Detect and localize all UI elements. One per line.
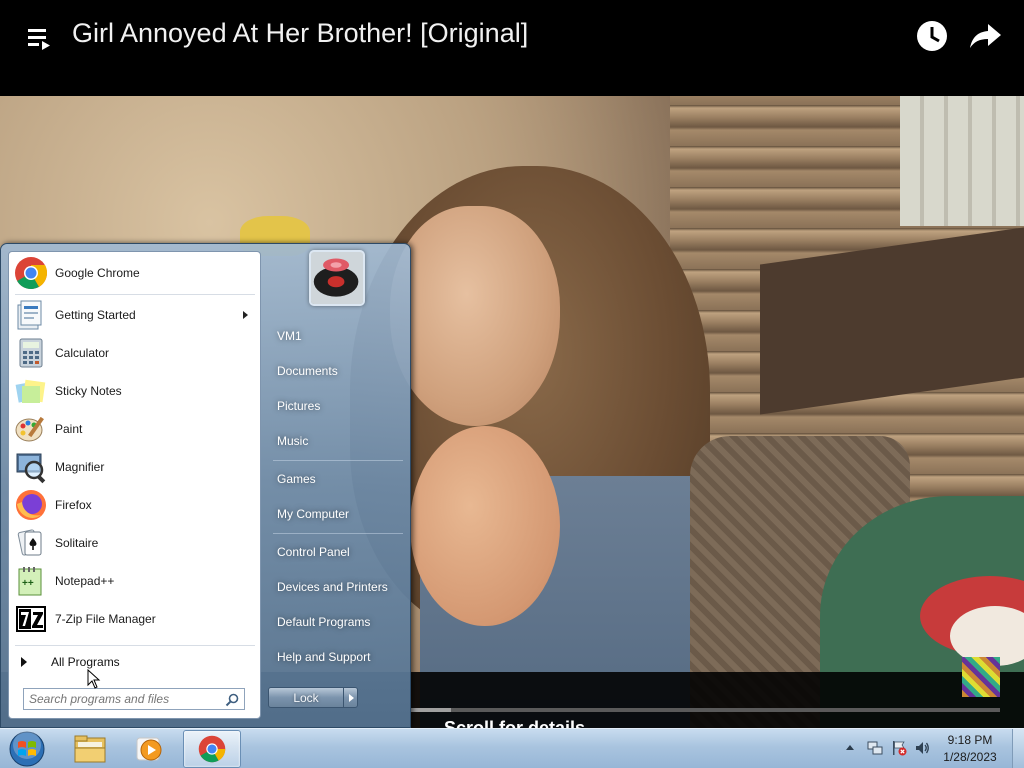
sticky-notes-icon xyxy=(15,379,46,403)
default-programs-link[interactable]: Default Programs xyxy=(270,607,406,637)
program-label: Paint xyxy=(55,422,83,436)
program-label: Solitaire xyxy=(55,536,99,550)
user-folder-link[interactable]: VM1 xyxy=(270,321,406,351)
chrome-icon xyxy=(198,735,226,763)
program-label: Getting Started xyxy=(55,308,136,322)
chevron-right-icon xyxy=(349,694,354,702)
start-menu-programs-pane: Google Chrome Getting Started Calculator… xyxy=(8,251,261,719)
documents-link[interactable]: Documents xyxy=(270,356,406,386)
program-label: Sticky Notes xyxy=(55,384,122,398)
music-link[interactable]: Music xyxy=(270,426,406,456)
chrome-icon xyxy=(15,257,48,290)
show-hidden-icons-arrow[interactable] xyxy=(846,745,854,750)
program-magnifier[interactable]: Magnifier xyxy=(12,449,258,485)
program-solitaire[interactable]: Solitaire xyxy=(12,525,258,561)
pictures-link[interactable]: Pictures xyxy=(270,391,406,421)
share-icon[interactable] xyxy=(968,20,1002,52)
program-label: Firefox xyxy=(55,498,92,512)
watch-later-icon[interactable] xyxy=(916,20,948,52)
computer-link[interactable]: My Computer xyxy=(270,499,406,529)
separator xyxy=(15,294,255,295)
submenu-arrow-icon[interactable] xyxy=(243,311,248,319)
video-title[interactable]: Girl Annoyed At Her Brother! [Original] xyxy=(72,18,528,49)
video-frame-hand xyxy=(410,426,560,626)
magnifier-icon xyxy=(16,453,46,484)
calculator-icon xyxy=(19,338,43,368)
shutdown-options-button[interactable] xyxy=(343,687,358,708)
program-paint[interactable]: Paint xyxy=(12,411,258,447)
user-picture-turntable-icon xyxy=(311,252,363,304)
network-icon[interactable] xyxy=(867,740,883,756)
screen: Girl Annoyed At Her Brother! [Original] … xyxy=(0,0,1024,768)
control-panel-link[interactable]: Control Panel xyxy=(270,537,406,567)
games-link[interactable]: Games xyxy=(270,464,406,494)
notepadpp-icon: ++ xyxy=(18,567,42,596)
search-icon[interactable] xyxy=(224,692,240,708)
program-firefox[interactable]: Firefox xyxy=(12,487,258,523)
separator xyxy=(15,645,255,646)
media-player-icon xyxy=(136,737,162,761)
taskbar-google-chrome[interactable] xyxy=(183,730,241,768)
program-google-chrome[interactable]: Google Chrome xyxy=(12,255,258,291)
7zip-icon xyxy=(16,606,46,632)
volume-icon[interactable] xyxy=(914,740,930,756)
video-progress-fill xyxy=(410,708,452,712)
taskbar-media-player[interactable] xyxy=(121,730,179,768)
program-7zip[interactable]: 7-Zip File Manager xyxy=(12,601,258,637)
separator xyxy=(273,460,403,461)
start-menu-places-pane: VM1 Documents Pictures Music Games My Co… xyxy=(263,244,411,729)
start-search-input[interactable] xyxy=(29,692,219,706)
user-picture[interactable] xyxy=(309,250,365,306)
paint-icon xyxy=(15,416,44,442)
action-center-flag-icon[interactable] xyxy=(891,740,907,756)
program-label: Google Chrome xyxy=(55,266,140,280)
scroll-for-details[interactable]: Scroll for details xyxy=(444,718,585,728)
video-header: Girl Annoyed At Her Brother! [Original] xyxy=(0,0,1024,96)
help-support-link[interactable]: Help and Support xyxy=(270,642,406,672)
program-label: Notepad++ xyxy=(55,574,115,588)
devices-printers-link[interactable]: Devices and Printers xyxy=(270,572,406,602)
svg-text:++: ++ xyxy=(22,578,34,589)
playlist-icon[interactable] xyxy=(28,26,54,50)
all-programs-label: All Programs xyxy=(51,655,120,669)
program-sticky-notes[interactable]: Sticky Notes xyxy=(12,373,258,409)
lock-button[interactable]: Lock xyxy=(268,687,344,708)
program-calculator[interactable]: Calculator xyxy=(12,335,258,371)
video-progress-bar[interactable] xyxy=(410,708,1000,712)
solitaire-icon xyxy=(17,529,42,556)
program-label: Calculator xyxy=(55,346,110,360)
program-label: 7-Zip File Manager xyxy=(55,612,156,626)
getting-started-icon xyxy=(17,300,42,330)
start-button-windows-icon[interactable] xyxy=(7,730,47,768)
windows-explorer-icon xyxy=(74,735,106,763)
video-frame-face xyxy=(390,206,560,426)
taskbar-clock-date[interactable]: 1/28/2023 xyxy=(940,750,1000,764)
start-menu: Google Chrome Getting Started Calculator… xyxy=(0,243,411,728)
program-label: Magnifier xyxy=(55,460,105,474)
taskbar-windows-explorer[interactable] xyxy=(61,730,119,768)
taskbar-clock-time[interactable]: 9:18 PM xyxy=(940,733,1000,747)
start-search-box[interactable] xyxy=(23,688,245,710)
separator xyxy=(273,533,403,534)
program-getting-started[interactable]: Getting Started xyxy=(12,297,258,333)
show-desktop-button[interactable] xyxy=(1012,729,1024,768)
mouse-cursor-icon xyxy=(87,669,101,689)
video-frame-window xyxy=(900,96,1024,226)
all-programs-arrow-icon xyxy=(21,657,27,667)
firefox-icon xyxy=(16,490,46,520)
program-notepadpp[interactable]: ++ Notepad++ xyxy=(12,563,258,599)
all-programs-button[interactable]: All Programs xyxy=(12,650,258,674)
channel-thumbnail[interactable] xyxy=(962,657,1000,697)
